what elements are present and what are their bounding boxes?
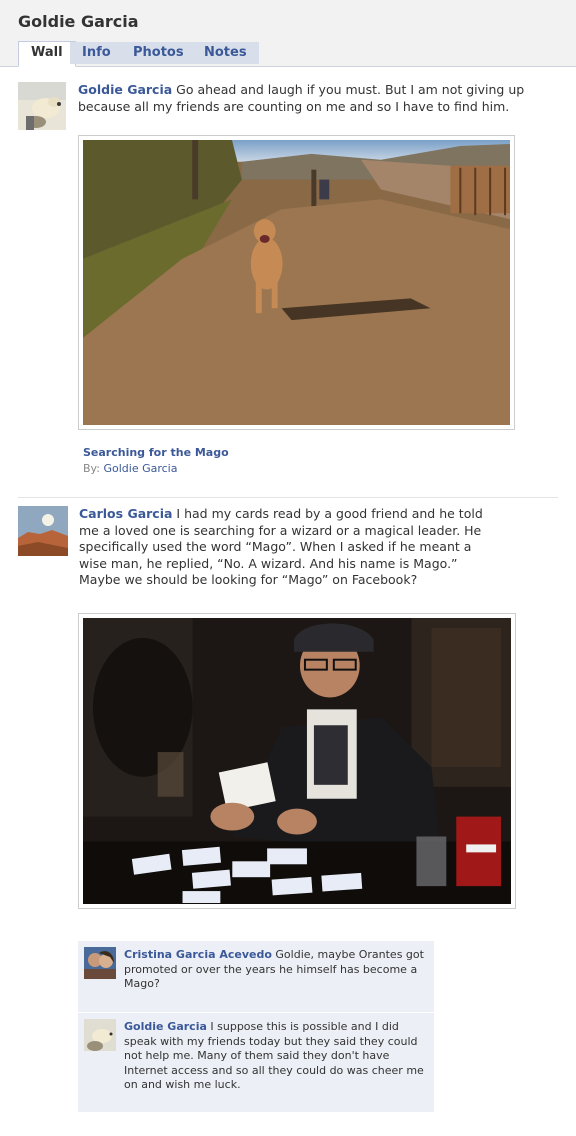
profile-header: Goldie Garcia Wall Info Photos Notes <box>0 0 576 67</box>
avatar[interactable] <box>18 82 66 130</box>
post-author-link[interactable]: Carlos Garcia <box>79 506 172 521</box>
comment-text: Goldie Garcia I suppose this is possible… <box>124 1020 426 1093</box>
dog-avatar-image <box>84 1019 116 1051</box>
man-reading-cards-photo <box>83 618 511 904</box>
post-photo[interactable] <box>78 613 516 909</box>
comment: Cristina Garcia Acevedo Goldie, maybe Or… <box>78 941 434 1012</box>
post-photo[interactable] <box>78 135 515 430</box>
tab-photos[interactable]: Photos <box>121 42 196 64</box>
comment-author-link[interactable]: Goldie Garcia <box>124 1020 207 1033</box>
by-label: By: <box>83 462 100 475</box>
dog-on-dirt-road-photo <box>83 140 510 425</box>
couple-avatar-image <box>84 947 116 979</box>
tab-info[interactable]: Info <box>70 42 123 64</box>
post-text: Goldie Garcia Go ahead and laugh if you … <box>78 82 528 115</box>
moon-landscape-avatar-image <box>18 506 68 556</box>
by-author-link[interactable]: Goldie Garcia <box>103 462 177 475</box>
avatar[interactable] <box>18 506 68 556</box>
comment-author-link[interactable]: Cristina Garcia Acevedo <box>124 948 272 961</box>
dog-avatar-image <box>18 82 66 130</box>
comment-text: Cristina Garcia Acevedo Goldie, maybe Or… <box>124 948 424 992</box>
avatar[interactable] <box>84 1019 116 1051</box>
comment: Goldie Garcia I suppose this is possible… <box>78 1013 434 1112</box>
profile-name[interactable]: Goldie Garcia <box>18 12 139 31</box>
post-text: Carlos Garcia I had my cards read by a g… <box>79 506 491 589</box>
tab-wall[interactable]: Wall <box>18 41 76 67</box>
photo-title-link[interactable]: Searching for the Mago <box>83 446 229 459</box>
avatar[interactable] <box>84 947 116 979</box>
post-author-link[interactable]: Goldie Garcia <box>78 82 172 97</box>
post-divider <box>18 497 558 498</box>
photo-byline: By: Goldie Garcia <box>83 462 177 475</box>
tab-notes[interactable]: Notes <box>192 42 259 64</box>
